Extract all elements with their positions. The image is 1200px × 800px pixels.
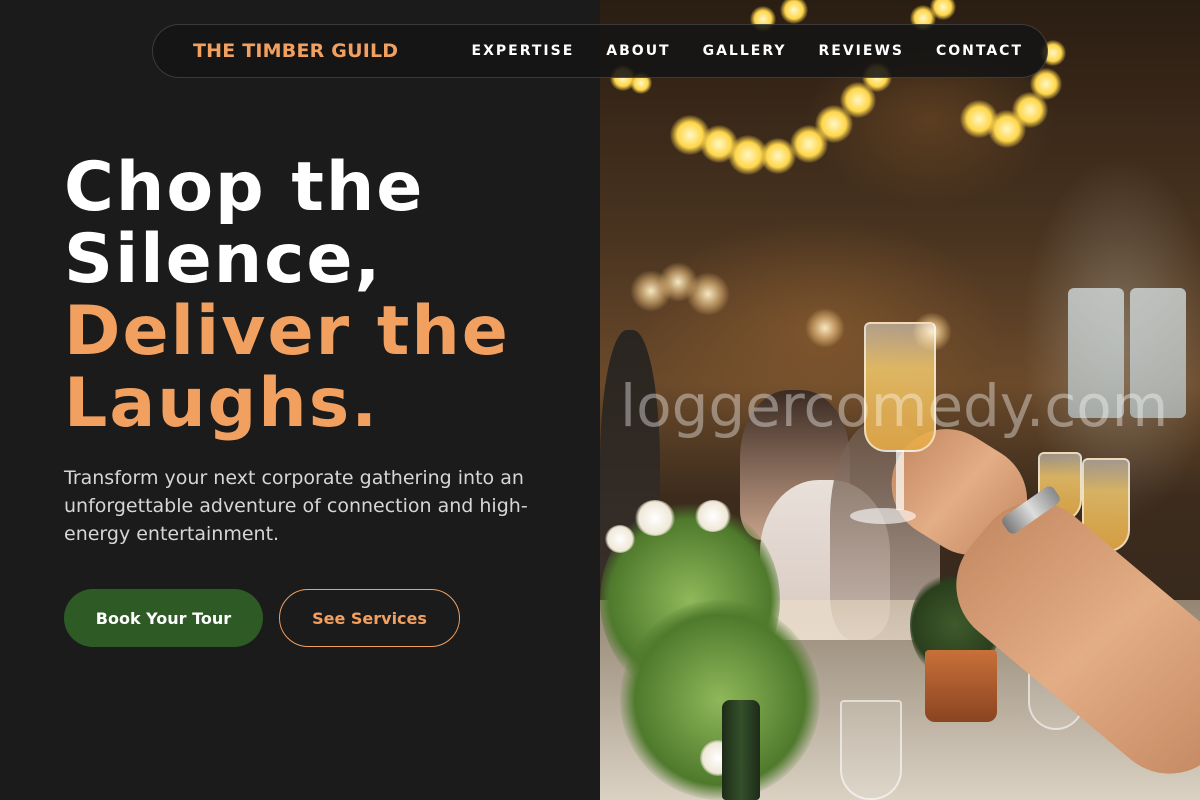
hero-headline-accent-line-2: Laughs. xyxy=(64,364,380,443)
nav-link-contact[interactable]: CONTACT xyxy=(936,43,1023,59)
nav-link-about[interactable]: ABOUT xyxy=(606,43,670,59)
hero-headline-line-1: Chop the xyxy=(64,148,425,227)
hero-headline: Chop the Silence, Deliver the Laughs. xyxy=(64,152,510,440)
hero-subtitle: Transform your next corporate gathering … xyxy=(64,467,528,545)
brand-logo-text[interactable]: THE TIMBER GUILD xyxy=(193,40,398,62)
nav-links: EXPERTISE ABOUT GALLERY REVIEWS CONTACT xyxy=(472,43,1023,59)
hero-headline-accent-line-1: Deliver the xyxy=(64,292,510,371)
hero-headline-line-2: Silence, xyxy=(64,220,383,299)
nav-link-gallery[interactable]: GALLERY xyxy=(703,43,787,59)
image-watermark: loggercomedy.com xyxy=(620,372,1169,440)
book-your-tour-button[interactable]: Book Your Tour xyxy=(64,589,263,647)
see-services-button[interactable]: See Services xyxy=(279,589,460,647)
top-nav-bar: THE TIMBER GUILD EXPERTISE ABOUT GALLERY… xyxy=(152,24,1048,78)
nav-link-reviews[interactable]: REVIEWS xyxy=(819,43,904,59)
nav-link-expertise[interactable]: EXPERTISE xyxy=(472,43,575,59)
